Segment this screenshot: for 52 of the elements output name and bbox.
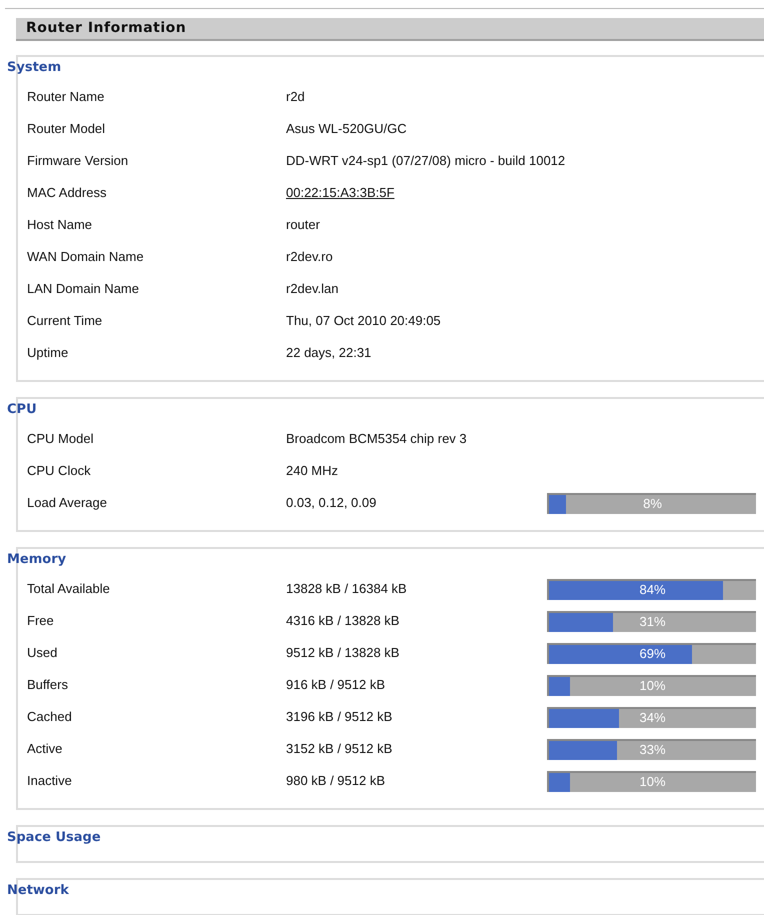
field-label: Firmware Version: [27, 152, 130, 170]
field-label: CPU Clock: [27, 462, 92, 480]
section-title: Network: [7, 882, 69, 899]
field-value: 3196 kB / 9512 kB: [286, 708, 394, 726]
field-label: Used: [27, 644, 58, 662]
usage-percent: 33%: [638, 741, 667, 760]
mac-address-link[interactable]: 00:22:15:A3:3B:5F: [286, 183, 547, 203]
field-label: Uptime: [27, 344, 70, 362]
field-value: 240 MHz: [286, 462, 340, 480]
field-value: router: [286, 216, 321, 234]
field-value: DD-WRT v24-sp1 (07/27/08) micro - build 10012: [286, 152, 566, 170]
field-label: Load Average: [27, 494, 108, 512]
field-label: Router Name: [27, 88, 106, 106]
usage-percent: 84%: [638, 581, 667, 600]
field-value: 0.03, 0.12, 0.09: [286, 494, 378, 512]
usage-percent: 8%: [642, 495, 663, 514]
field-label: CPU Model: [27, 430, 94, 448]
field-label: Host Name: [27, 216, 94, 234]
usage-percent: 10%: [638, 677, 667, 696]
field-value: 916 kB / 9512 kB: [286, 676, 386, 694]
field-label: MAC Address: [27, 184, 108, 202]
section-title: System: [7, 59, 62, 76]
field-value: 4316 kB / 13828 kB: [286, 612, 400, 630]
field-label: Free: [27, 612, 55, 630]
field-value: r2dev.lan: [286, 280, 340, 298]
field-value: 980 kB / 9512 kB: [286, 772, 386, 790]
field-label: Cached: [27, 708, 73, 726]
usage-percent: 34%: [638, 709, 667, 728]
field-value: 22 days, 22:31: [286, 344, 372, 362]
field-value: Thu, 07 Oct 2010 20:49:05: [286, 312, 442, 330]
field-value: r2dev.ro: [286, 248, 334, 266]
usage-percent: 10%: [638, 773, 667, 792]
section-title: CPU: [7, 401, 37, 418]
section-title: Space Usage: [7, 829, 101, 846]
field-label: Current Time: [27, 312, 104, 330]
field-value: 9512 kB / 13828 kB: [286, 644, 400, 662]
field-value: 13828 kB / 16384 kB: [286, 580, 408, 598]
field-label: Total Available: [27, 580, 111, 598]
field-value: 3152 kB / 9512 kB: [286, 740, 394, 758]
field-label: Router Model: [27, 120, 106, 138]
field-label: Buffers: [27, 676, 69, 694]
field-label: Active: [27, 740, 64, 758]
field-value: Asus WL-520GU/GC: [286, 120, 408, 138]
field-label: Inactive: [27, 772, 73, 790]
usage-percent: 69%: [638, 645, 667, 664]
field-label: WAN Domain Name: [27, 248, 145, 266]
section-title: Memory: [7, 551, 66, 568]
field-value: Broadcom BCM5354 chip rev 3: [286, 430, 468, 448]
field-value: r2d: [286, 88, 306, 106]
section-header: Router Information: [16, 18, 764, 41]
field-label: LAN Domain Name: [27, 280, 140, 298]
usage-percent: 31%: [638, 613, 667, 632]
